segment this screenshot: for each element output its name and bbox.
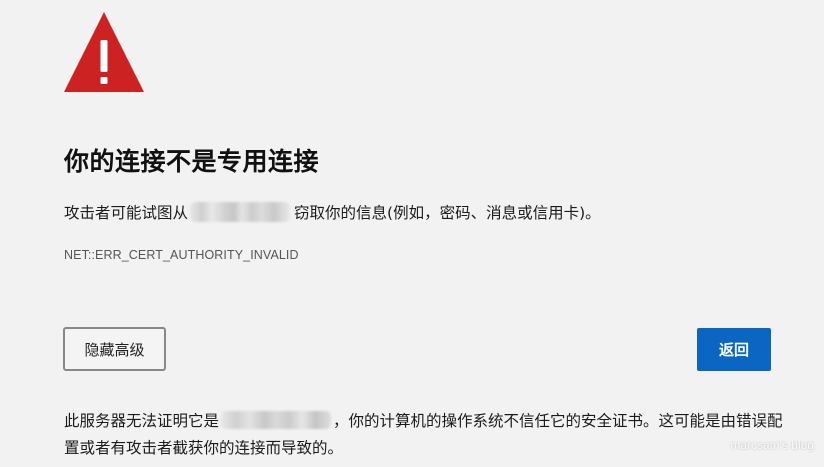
redacted-hostname [190,202,291,222]
error-description: 攻击者可能试图从 窃取你的信息(例如，密码、消息或信用卡)。 [64,201,601,225]
redacted-hostname-detail [221,411,332,429]
back-button[interactable]: 返回 [697,328,771,371]
detail-text-before-host: 此服务器无法证明它是 [64,412,220,430]
description-text-before-host: 攻击者可能试图从 [64,204,189,222]
certificate-detail-text: 此服务器无法证明它是 ，你的计算机的操作系统不信任它的安全证书。这可能是由错误配置… [64,408,784,462]
blog-watermark: marcsam's blog [730,438,814,452]
hide-advanced-button[interactable]: 隐藏高级 [63,327,166,371]
warning-triangle-icon [64,12,144,92]
description-text-after-host: 窃取你的信息(例如，密码、消息或信用卡)。 [294,204,601,222]
error-code: NET::ERR_CERT_AUTHORITY_INVALID [64,248,299,262]
page-title: 你的连接不是专用连接 [64,147,320,176]
